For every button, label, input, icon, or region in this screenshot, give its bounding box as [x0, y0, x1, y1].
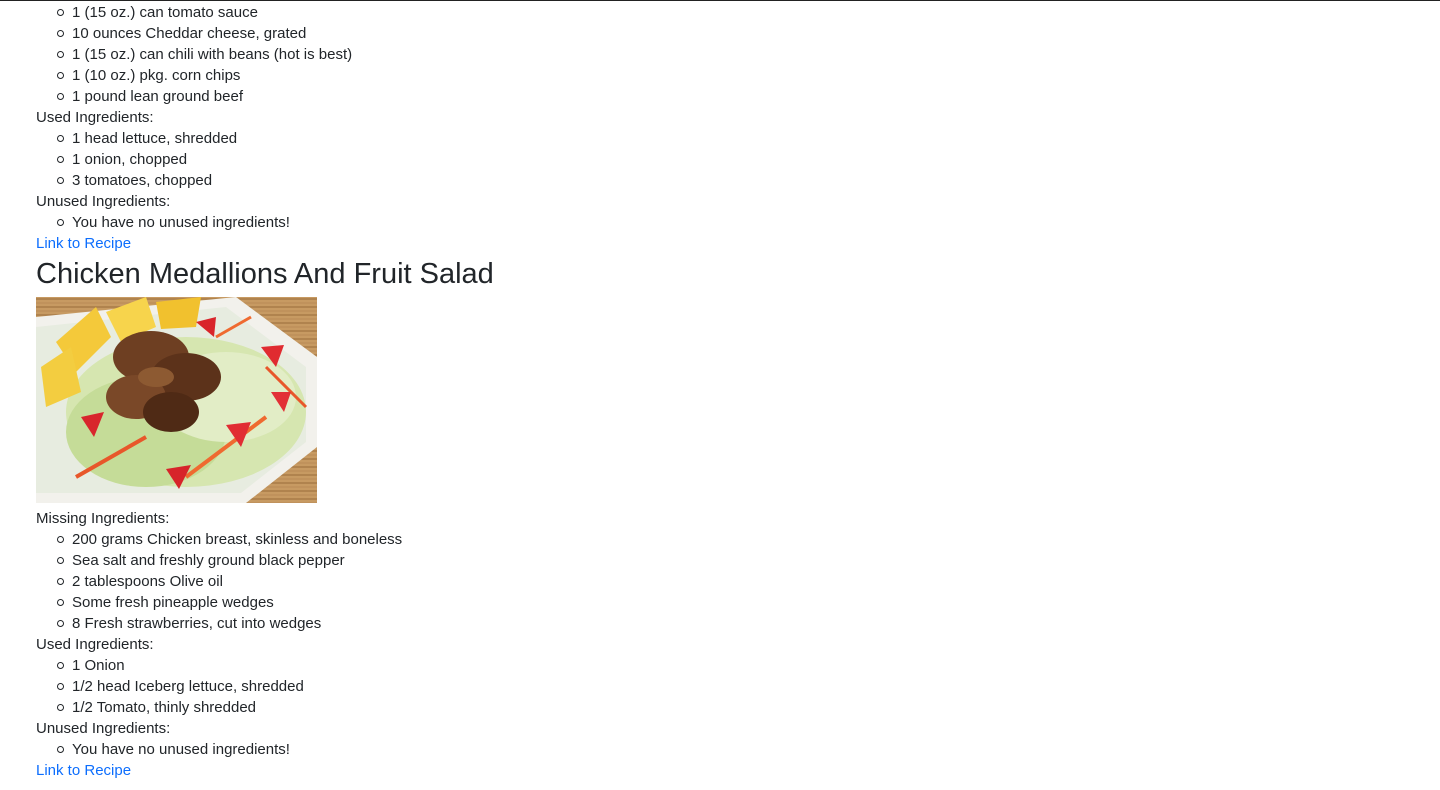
list-item: 1 onion, chopped — [57, 149, 1136, 170]
recipe-results: 1 (15 oz.) can tomato sauce 10 ounces Ch… — [36, 2, 1136, 781]
circle-bullet-icon — [57, 135, 64, 142]
list-item: 8 Fresh strawberries, cut into wedges — [57, 613, 1136, 634]
circle-bullet-icon — [57, 746, 64, 753]
recipe-title: Chicken Medallions And Fruit Salad — [36, 258, 494, 290]
recipe-image — [36, 297, 317, 503]
circle-bullet-icon — [57, 177, 64, 184]
top-border — [0, 0, 1440, 1]
missing-ingredients-list: 200 grams Chicken breast, skinless and b… — [36, 529, 1136, 634]
food-photo-icon — [36, 297, 317, 503]
used-ingredients-list: 1 head lettuce, shredded 1 onion, choppe… — [36, 128, 1136, 191]
recipe-card: Chicken Medallions And Fruit Salad Missi… — [36, 255, 1136, 781]
list-item: 1 pound lean ground beef — [57, 86, 1136, 107]
list-item: 1 (15 oz.) can tomato sauce — [57, 2, 1136, 23]
circle-bullet-icon — [57, 30, 64, 37]
list-item: 1/2 Tomato, thinly shredded — [57, 697, 1136, 718]
used-ingredients-label: Used Ingredients: — [36, 109, 154, 126]
circle-bullet-icon — [57, 599, 64, 606]
circle-bullet-icon — [57, 51, 64, 58]
circle-bullet-icon — [57, 662, 64, 669]
circle-bullet-icon — [57, 620, 64, 627]
list-item: 200 grams Chicken breast, skinless and b… — [57, 529, 1136, 550]
circle-bullet-icon — [57, 578, 64, 585]
recipe-card-previous: 1 (15 oz.) can tomato sauce 10 ounces Ch… — [36, 2, 1136, 254]
circle-bullet-icon — [57, 683, 64, 690]
recipe-link[interactable]: Link to Recipe — [36, 760, 131, 781]
list-item: 10 ounces Cheddar cheese, grated — [57, 23, 1136, 44]
circle-bullet-icon — [57, 219, 64, 226]
circle-bullet-icon — [57, 72, 64, 79]
list-item: Some fresh pineapple wedges — [57, 592, 1136, 613]
list-item: 2 tablespoons Olive oil — [57, 571, 1136, 592]
list-item: 3 tomatoes, chopped — [57, 170, 1136, 191]
list-item: Sea salt and freshly ground black pepper — [57, 550, 1136, 571]
list-item: 1/2 head Iceberg lettuce, shredded — [57, 676, 1136, 697]
recipe-link[interactable]: Link to Recipe — [36, 233, 131, 254]
missing-ingredients-label: Missing Ingredients: — [36, 510, 170, 527]
unused-ingredients-label: Unused Ingredients: — [36, 193, 171, 210]
list-item: 1 head lettuce, shredded — [57, 128, 1136, 149]
list-item: 1 Onion — [57, 655, 1136, 676]
unused-ingredients-list: You have no unused ingredients! — [36, 212, 1136, 233]
circle-bullet-icon — [57, 156, 64, 163]
missing-ingredients-list: 1 (15 oz.) can tomato sauce 10 ounces Ch… — [36, 2, 1136, 107]
list-item: 1 (10 oz.) pkg. corn chips — [57, 65, 1136, 86]
circle-bullet-icon — [57, 536, 64, 543]
list-item: You have no unused ingredients! — [57, 212, 1136, 233]
circle-bullet-icon — [57, 704, 64, 711]
circle-bullet-icon — [57, 557, 64, 564]
used-ingredients-label: Used Ingredients: — [36, 636, 154, 653]
circle-bullet-icon — [57, 93, 64, 100]
list-item: You have no unused ingredients! — [57, 739, 1136, 760]
list-item: 1 (15 oz.) can chili with beans (hot is … — [57, 44, 1136, 65]
circle-bullet-icon — [57, 9, 64, 16]
unused-ingredients-label: Unused Ingredients: — [36, 720, 171, 737]
used-ingredients-list: 1 Onion 1/2 head Iceberg lettuce, shredd… — [36, 655, 1136, 718]
unused-ingredients-list: You have no unused ingredients! — [36, 739, 1136, 760]
